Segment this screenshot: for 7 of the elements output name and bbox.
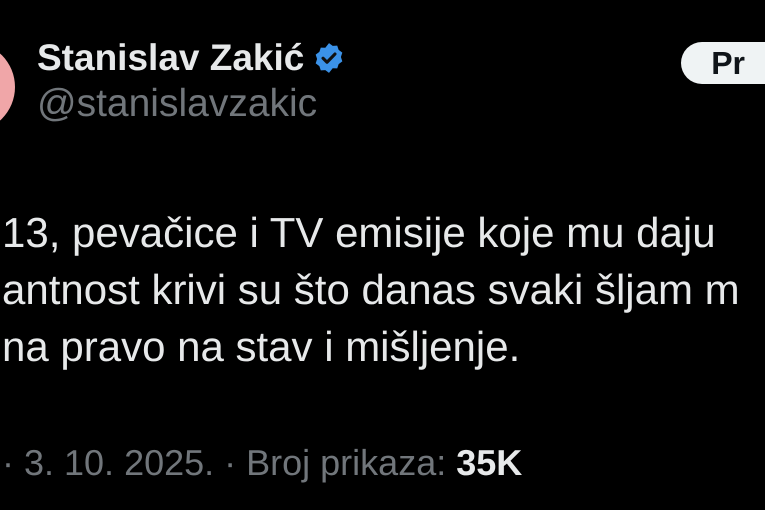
author-handle[interactable]: @stanislavzakic [37, 82, 346, 126]
profile-button[interactable]: Pr [681, 42, 765, 84]
author-name[interactable]: Stanislav Zakić [37, 37, 304, 79]
tweet-text-line: antnost krivi su što danas svaki šljam m [2, 265, 741, 315]
tweet-text-line: 13, pevačice i TV emisije koje mu daju [2, 208, 717, 258]
tweet-meta: · 3. 10. 2025. · Broj prikaza: 35K [2, 442, 524, 484]
tweet-text-line: na pravo na stav i mišljenje. [2, 322, 522, 372]
